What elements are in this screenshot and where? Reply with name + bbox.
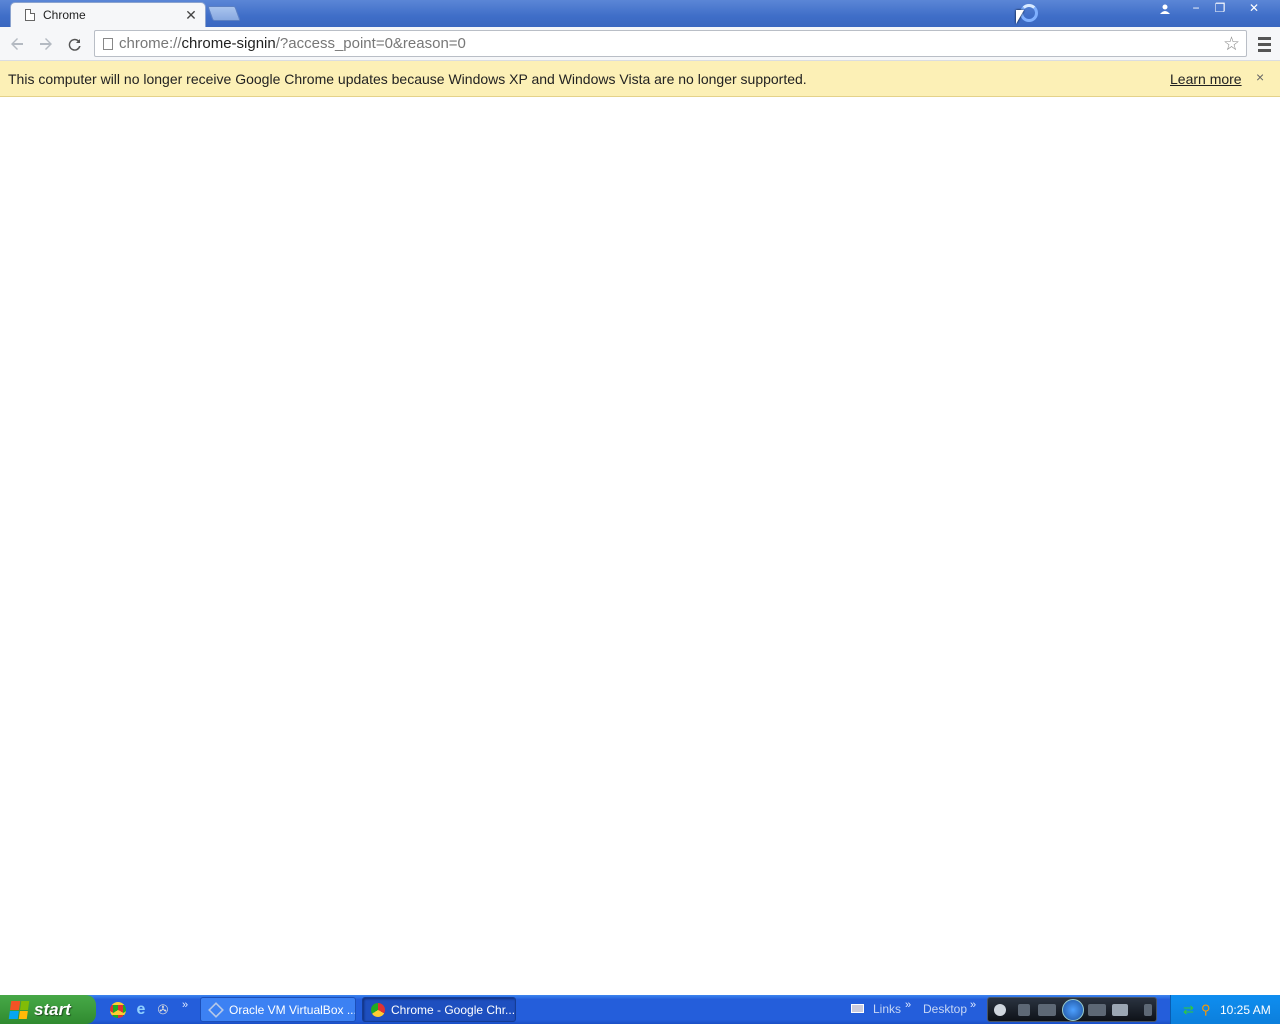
url-scheme: chrome:// bbox=[119, 35, 182, 52]
taskbar-item-virtualbox[interactable]: Oracle VM VirtualBox ... bbox=[200, 997, 356, 1022]
update-warning-infobar: This computer will no longer receive Goo… bbox=[0, 61, 1280, 97]
windows-taskbar: start e ✇ » Oracle VM VirtualBox ... Chr… bbox=[0, 995, 1280, 1024]
desktop-chevron-icon[interactable]: » bbox=[970, 999, 976, 1011]
desktop-toolbar[interactable]: Desktop bbox=[923, 1002, 967, 1016]
close-window-button[interactable]: ✕ bbox=[1232, 0, 1276, 18]
page-content bbox=[0, 97, 1280, 995]
start-button[interactable]: start bbox=[0, 995, 96, 1024]
network-icon[interactable]: ⇄ bbox=[1183, 1003, 1196, 1016]
address-bar[interactable]: chrome://chrome-signin/?access_point=0&r… bbox=[94, 30, 1247, 57]
back-button[interactable] bbox=[5, 32, 29, 56]
forward-button[interactable] bbox=[34, 32, 58, 56]
media-menu-icon[interactable] bbox=[1144, 1004, 1152, 1016]
page-info-icon[interactable] bbox=[103, 37, 113, 50]
windows-logo-icon bbox=[8, 1000, 30, 1019]
profile-icon[interactable] bbox=[1153, 0, 1177, 18]
links-toolbar[interactable]: Links bbox=[873, 1002, 901, 1016]
tab-chrome[interactable]: Chrome ✕ bbox=[10, 2, 206, 27]
task-label: Oracle VM VirtualBox ... bbox=[229, 1002, 356, 1017]
maximize-button[interactable]: ❐ bbox=[1208, 0, 1232, 18]
reload-button[interactable] bbox=[63, 32, 87, 56]
tab-close-button[interactable]: ✕ bbox=[183, 7, 199, 23]
new-tab-button[interactable] bbox=[207, 6, 241, 21]
learn-more-link[interactable]: Learn more bbox=[1170, 71, 1242, 87]
play-icon[interactable] bbox=[1062, 999, 1084, 1021]
chrome-quicklaunch-icon[interactable] bbox=[110, 1002, 126, 1018]
taskbar-item-chrome[interactable]: Chrome - Google Chr... bbox=[362, 997, 516, 1022]
infobar-close-button[interactable]: × bbox=[1256, 69, 1264, 85]
chrome-icon bbox=[371, 1002, 385, 1017]
mouse-cursor-icon bbox=[1016, 10, 1024, 24]
volume-icon[interactable] bbox=[1112, 1004, 1128, 1016]
browser-toolbar: chrome://chrome-signin/?access_point=0&r… bbox=[0, 27, 1280, 61]
task-label: Chrome - Google Chr... bbox=[391, 1002, 516, 1017]
keyboard-icon[interactable] bbox=[851, 1004, 864, 1013]
url-path: /?access_point=0&reason=0 bbox=[275, 35, 466, 52]
next-icon[interactable] bbox=[1088, 1004, 1106, 1016]
url-text[interactable]: chrome://chrome-signin/?access_point=0&r… bbox=[119, 35, 466, 52]
page-icon bbox=[25, 9, 35, 21]
previous-icon[interactable] bbox=[1038, 1004, 1056, 1016]
search-icon[interactable]: ⚲ bbox=[1201, 1003, 1214, 1016]
title-bar: Chrome ✕ − ❐ ✕ bbox=[0, 0, 1280, 27]
media-quicklaunch-icon[interactable]: ✇ bbox=[155, 1002, 171, 1018]
tab-title: Chrome bbox=[43, 8, 86, 22]
minimize-button[interactable]: − bbox=[1184, 0, 1208, 18]
media-restore-icon[interactable] bbox=[994, 1004, 1006, 1016]
stop-icon[interactable] bbox=[1018, 1004, 1030, 1016]
chrome-menu-button[interactable] bbox=[1253, 32, 1275, 56]
virtualbox-icon bbox=[208, 1001, 224, 1018]
media-player-toolbar bbox=[987, 997, 1157, 1022]
quicklaunch-chevron-icon[interactable]: » bbox=[182, 999, 188, 1011]
clock[interactable]: 10:25 AM bbox=[1220, 1003, 1271, 1017]
infobar-message: This computer will no longer receive Goo… bbox=[8, 70, 807, 87]
start-label: start bbox=[34, 999, 71, 1019]
ie-quicklaunch-icon[interactable]: e bbox=[133, 1002, 149, 1018]
links-chevron-icon[interactable]: » bbox=[905, 999, 911, 1011]
url-host: chrome-signin bbox=[181, 35, 276, 52]
bookmark-star-icon[interactable]: ☆ bbox=[1223, 33, 1240, 56]
